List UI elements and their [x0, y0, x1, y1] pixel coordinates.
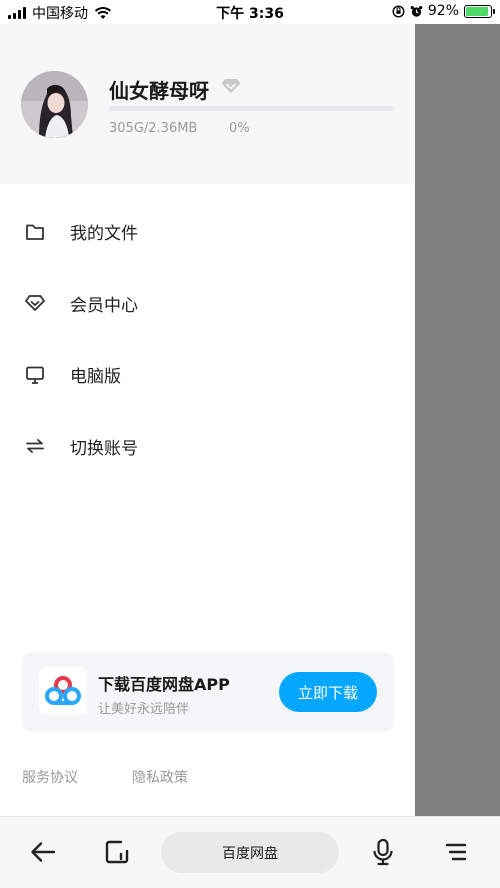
- microphone-icon[interactable]: [368, 837, 398, 867]
- quota-percent: 0%: [229, 121, 250, 136]
- menu-icon[interactable]: [441, 837, 471, 867]
- menu-item-label: 我的文件: [70, 224, 138, 245]
- drawer-menu: 我的文件 会员中心 电脑版 切换账号: [0, 196, 415, 482]
- promo-subtitle: 让美好永远陪伴: [98, 702, 190, 717]
- menu-item-label: 会员中心: [70, 295, 138, 316]
- download-now-button[interactable]: 立即下载: [279, 672, 377, 712]
- download-app-card: 下载百度网盘APP 让美好永远陪伴 立即下载: [22, 652, 394, 732]
- battery-percent: 92%: [427, 3, 459, 19]
- monitor-icon: [24, 364, 46, 386]
- menu-item-label: 切换账号: [70, 438, 138, 459]
- battery-icon: [464, 4, 495, 18]
- status-right: 92%: [392, 3, 495, 19]
- back-arrow-icon[interactable]: [28, 837, 58, 867]
- menu-item-my-files[interactable]: 我的文件: [0, 196, 415, 268]
- menu-item-vip-center[interactable]: 会员中心: [0, 268, 415, 340]
- avatar-image: [21, 71, 88, 138]
- address-bar-title: 百度网盘: [222, 845, 278, 862]
- menu-item-switch-account[interactable]: 切换账号: [0, 411, 415, 483]
- status-bar: 中国移动 下午 3:36 92%: [0, 0, 500, 24]
- dim-overlay[interactable]: [415, 24, 500, 816]
- username[interactable]: 仙女酵母呀: [109, 75, 209, 104]
- diamond-icon: [24, 292, 46, 314]
- menu-item-desktop-version[interactable]: 电脑版: [0, 339, 415, 411]
- address-bar[interactable]: 百度网盘: [161, 832, 339, 873]
- profile-header: 仙女酵母呀 305G/2.36MB 0%: [0, 24, 415, 184]
- quota-progress-bar: [109, 106, 394, 111]
- quota-text: 305G/2.36MB: [109, 121, 198, 136]
- avatar[interactable]: [21, 71, 88, 138]
- menu-item-label: 电脑版: [70, 367, 121, 388]
- promo-title: 下载百度网盘APP: [98, 675, 230, 694]
- privacy-link[interactable]: 隐私政策: [132, 767, 188, 787]
- baidu-netdisk-logo-icon: [39, 667, 87, 715]
- folder-icon: [24, 221, 46, 243]
- terms-link[interactable]: 服务协议: [22, 767, 78, 787]
- tabs-icon[interactable]: [102, 837, 132, 867]
- diamond-icon[interactable]: [221, 78, 241, 94]
- side-drawer: 仙女酵母呀 305G/2.36MB 0% 我的文件 会员中心 电脑版 切换账号 …: [0, 24, 415, 816]
- browser-bottom-bar: 百度网盘: [0, 816, 500, 888]
- orientation-lock-icon: [392, 4, 405, 18]
- alarm-icon: [410, 5, 423, 17]
- switch-arrows-icon: [24, 435, 46, 457]
